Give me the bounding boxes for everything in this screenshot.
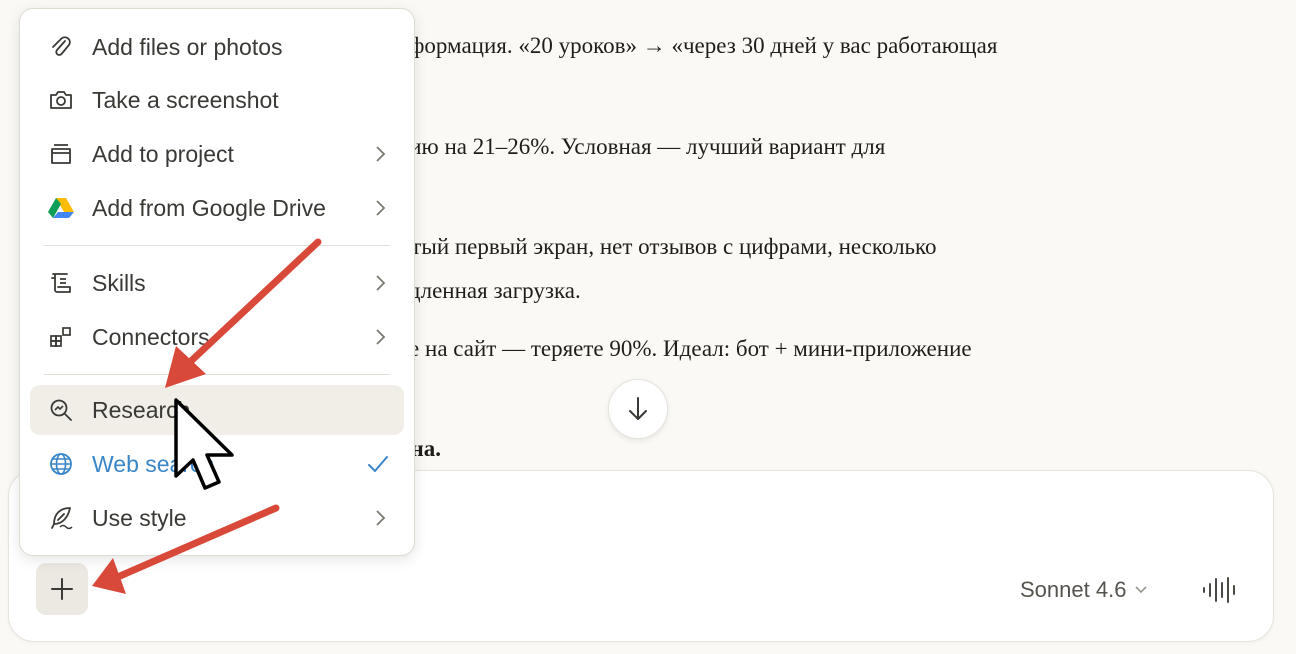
chat-line-2: сию на 21–26%. Условная — лучший вариант… [399,134,886,159]
chevron-right-icon [376,146,386,162]
google-drive-icon [46,193,76,223]
chat-line-5: те на сайт — теряете 90%. Идеал: бот + м… [399,336,972,361]
checkmark-icon [368,456,388,472]
model-selector[interactable]: Sonnet 4.6 [1020,576,1148,604]
chat-line-3: нтый первый экран, нет отзывов с цифрами… [399,234,937,259]
chevron-right-icon [376,200,386,216]
menu-item-label: Web search [92,450,215,477]
menu-item-connectors[interactable]: Connectors [30,312,404,362]
model-name: Sonnet 4.6 [1020,577,1127,602]
feather-icon [46,503,76,533]
add-attachment-button[interactable] [36,563,88,615]
arrow-down-icon [629,397,647,420]
menu-item-label: Research [92,396,191,423]
menu-item-use-style[interactable]: Use style [30,493,404,543]
menu-item-web-search[interactable]: Web search [30,439,404,489]
skills-icon [46,268,76,298]
waveform-icon [1203,577,1235,603]
scroll-to-bottom-button[interactable] [608,379,668,439]
menu-item-add-to-project[interactable]: Add to project [30,129,404,179]
chevron-right-icon [376,510,386,526]
chevron-right-icon [376,329,386,345]
menu-item-add-files[interactable]: Add files or photos [30,22,404,72]
menu-item-label: Add files or photos [92,33,283,60]
menu-divider [44,245,390,246]
menu-item-google-drive[interactable]: Add from Google Drive [30,183,404,233]
attachment-menu: Add files or photos Take a screenshot Ad… [19,8,415,556]
menu-item-label: Add from Google Drive [92,194,326,221]
plus-icon [51,578,73,600]
menu-item-research[interactable]: Research [30,385,404,435]
paperclip-icon [46,32,76,62]
menu-item-label: Add to project [92,140,234,167]
menu-item-take-screenshot[interactable]: Take a screenshot [30,75,404,125]
globe-icon [46,449,76,479]
chat-line-1: сформация. «20 уроков» → «через 30 дней … [399,33,998,58]
chat-line-4: едленная загрузка. [399,278,581,303]
menu-item-label: Skills [92,269,146,296]
camera-icon [46,85,76,115]
menu-divider [44,374,390,375]
voice-input-button[interactable] [1200,574,1240,606]
connectors-icon [46,322,76,352]
chevron-right-icon [376,275,386,291]
research-icon [46,395,76,425]
menu-item-label: Use style [92,504,187,531]
menu-item-skills[interactable]: Skills [30,258,404,308]
menu-item-label: Take a screenshot [92,86,279,113]
menu-item-label: Connectors [92,323,210,350]
chevron-down-icon [1135,586,1148,594]
project-icon [46,139,76,169]
